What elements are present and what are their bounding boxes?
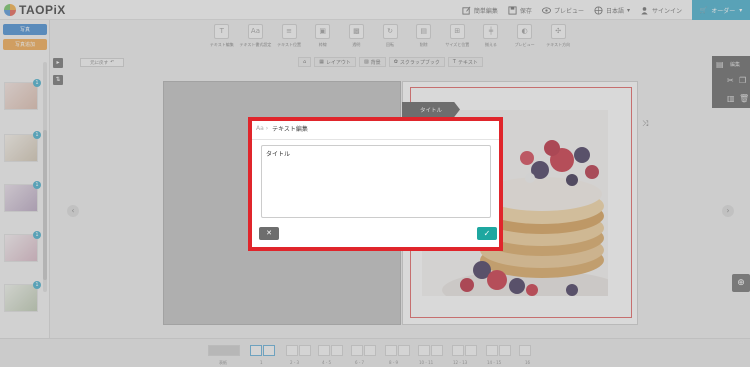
text-edit-dialog: Aa › テキスト編集 タイトル ✕ ✓ xyxy=(248,117,503,251)
dialog-header: Aa › テキスト編集 xyxy=(256,124,308,133)
dialog-divider xyxy=(252,139,499,140)
text-input-area[interactable]: タイトル xyxy=(261,145,491,218)
confirm-button[interactable]: ✓ xyxy=(477,227,497,240)
cancel-button[interactable]: ✕ xyxy=(259,227,279,240)
font-icon: Aa › xyxy=(256,125,269,132)
close-icon: ✕ xyxy=(266,229,272,237)
check-icon: ✓ xyxy=(483,229,491,238)
dialog-title: テキスト編集 xyxy=(272,126,308,133)
text-input-value: タイトル xyxy=(266,151,291,158)
